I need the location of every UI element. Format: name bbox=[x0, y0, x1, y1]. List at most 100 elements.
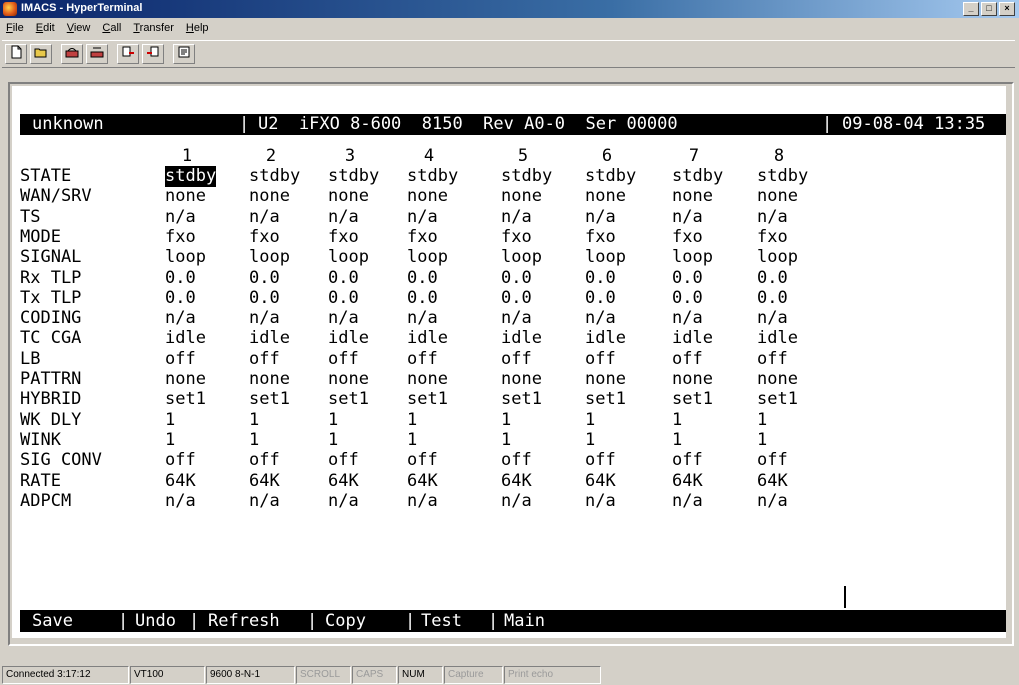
menu-edit[interactable]: Edit bbox=[30, 20, 61, 38]
channel-value[interactable]: off bbox=[501, 450, 532, 471]
channel-value[interactable]: none bbox=[501, 186, 542, 207]
channel-value[interactable]: 0.0 bbox=[585, 288, 616, 309]
channel-value[interactable]: set1 bbox=[249, 389, 290, 410]
channel-value[interactable]: 1 bbox=[757, 410, 767, 431]
menu-view[interactable]: View bbox=[61, 20, 97, 38]
channel-value[interactable]: stdby bbox=[585, 166, 636, 187]
channel-value[interactable]: off bbox=[672, 349, 703, 370]
channel-value[interactable]: fxo bbox=[249, 227, 280, 248]
channel-value[interactable]: 1 bbox=[407, 430, 417, 451]
channel-value[interactable]: none bbox=[249, 369, 290, 390]
channel-value[interactable]: idle bbox=[407, 328, 448, 349]
channel-value[interactable]: none bbox=[757, 186, 798, 207]
channel-value[interactable]: 1 bbox=[501, 430, 511, 451]
channel-value[interactable]: n/a bbox=[328, 207, 359, 228]
channel-value[interactable]: n/a bbox=[672, 491, 703, 512]
channel-value[interactable]: off bbox=[165, 450, 196, 471]
minimize-button[interactable]: _ bbox=[963, 2, 979, 16]
channel-value[interactable]: none bbox=[165, 186, 206, 207]
channel-value[interactable]: n/a bbox=[407, 308, 438, 329]
channel-value[interactable]: n/a bbox=[249, 207, 280, 228]
channel-value[interactable]: n/a bbox=[165, 308, 196, 329]
command-test[interactable]: Test bbox=[421, 611, 462, 632]
channel-value[interactable]: loop bbox=[407, 247, 448, 268]
channel-value[interactable]: n/a bbox=[757, 308, 788, 329]
channel-value[interactable]: 0.0 bbox=[165, 288, 196, 309]
channel-value[interactable]: 64K bbox=[585, 471, 616, 492]
channel-value[interactable]: fxo bbox=[407, 227, 438, 248]
new-icon[interactable] bbox=[5, 44, 27, 64]
maximize-button[interactable]: □ bbox=[981, 2, 997, 16]
channel-value[interactable]: n/a bbox=[501, 308, 532, 329]
channel-value[interactable]: fxo bbox=[757, 227, 788, 248]
channel-value[interactable]: loop bbox=[757, 247, 798, 268]
channel-value[interactable]: 1 bbox=[249, 410, 259, 431]
channel-value[interactable]: 0.0 bbox=[585, 268, 616, 289]
channel-value[interactable]: n/a bbox=[585, 491, 616, 512]
channel-value[interactable]: fxo bbox=[501, 227, 532, 248]
channel-value[interactable]: stdby bbox=[757, 166, 808, 187]
channel-value[interactable]: 1 bbox=[249, 430, 259, 451]
channel-value[interactable]: set1 bbox=[672, 389, 713, 410]
channel-value[interactable]: stdby bbox=[672, 166, 723, 187]
channel-value[interactable]: none bbox=[501, 369, 542, 390]
channel-value[interactable]: none bbox=[165, 369, 206, 390]
channel-value[interactable]: off bbox=[407, 349, 438, 370]
channel-value[interactable]: n/a bbox=[165, 491, 196, 512]
channel-value[interactable]: 0.0 bbox=[249, 268, 280, 289]
channel-value[interactable]: idle bbox=[757, 328, 798, 349]
channel-value[interactable]: set1 bbox=[757, 389, 798, 410]
channel-value[interactable]: 64K bbox=[249, 471, 280, 492]
channel-value[interactable]: none bbox=[407, 369, 448, 390]
command-refresh[interactable]: Refresh bbox=[208, 611, 280, 632]
open-icon[interactable] bbox=[30, 44, 52, 64]
receive-icon[interactable] bbox=[142, 44, 164, 64]
channel-value[interactable]: stdby bbox=[165, 166, 217, 187]
channel-value[interactable]: loop bbox=[249, 247, 290, 268]
channel-value[interactable]: 64K bbox=[757, 471, 788, 492]
channel-value[interactable]: none bbox=[328, 186, 369, 207]
channel-value[interactable]: n/a bbox=[585, 207, 616, 228]
channel-value[interactable]: idle bbox=[249, 328, 290, 349]
channel-value[interactable]: 64K bbox=[672, 471, 703, 492]
channel-value[interactable]: n/a bbox=[407, 207, 438, 228]
channel-value[interactable]: 0.0 bbox=[501, 268, 532, 289]
channel-value[interactable]: 1 bbox=[407, 410, 417, 431]
channel-value[interactable]: 1 bbox=[585, 410, 595, 431]
send-icon[interactable] bbox=[117, 44, 139, 64]
channel-value[interactable]: n/a bbox=[249, 308, 280, 329]
channel-value[interactable]: 0.0 bbox=[501, 288, 532, 309]
channel-value[interactable]: off bbox=[501, 349, 532, 370]
channel-value[interactable]: fxo bbox=[585, 227, 616, 248]
channel-value[interactable]: none bbox=[328, 369, 369, 390]
channel-value[interactable]: 64K bbox=[328, 471, 359, 492]
channel-value[interactable]: off bbox=[328, 450, 359, 471]
channel-value[interactable]: 64K bbox=[165, 471, 196, 492]
channel-value[interactable]: idle bbox=[585, 328, 626, 349]
channel-value[interactable]: 0.0 bbox=[249, 288, 280, 309]
channel-value[interactable]: 0.0 bbox=[672, 288, 703, 309]
channel-value[interactable]: set1 bbox=[585, 389, 626, 410]
channel-value[interactable]: off bbox=[672, 450, 703, 471]
channel-value[interactable]: idle bbox=[328, 328, 369, 349]
disconnect-icon[interactable] bbox=[86, 44, 108, 64]
menu-file[interactable]: File bbox=[0, 20, 30, 38]
channel-value[interactable]: off bbox=[165, 349, 196, 370]
channel-value[interactable]: n/a bbox=[407, 491, 438, 512]
channel-value[interactable]: 1 bbox=[501, 410, 511, 431]
channel-value[interactable]: stdby bbox=[328, 166, 379, 187]
connect-icon[interactable] bbox=[61, 44, 83, 64]
channel-value[interactable]: 1 bbox=[328, 410, 338, 431]
command-undo[interactable]: Undo bbox=[135, 611, 176, 632]
channel-value[interactable]: 0.0 bbox=[672, 268, 703, 289]
channel-value[interactable]: idle bbox=[672, 328, 713, 349]
channel-value[interactable]: none bbox=[249, 186, 290, 207]
channel-value[interactable]: set1 bbox=[328, 389, 369, 410]
channel-value[interactable]: 1 bbox=[757, 430, 767, 451]
channel-value[interactable]: 0.0 bbox=[328, 288, 359, 309]
channel-value[interactable]: off bbox=[249, 450, 280, 471]
close-button[interactable]: × bbox=[999, 2, 1015, 16]
properties-icon[interactable] bbox=[173, 44, 195, 64]
channel-value[interactable]: off bbox=[328, 349, 359, 370]
channel-value[interactable]: 1 bbox=[328, 430, 338, 451]
